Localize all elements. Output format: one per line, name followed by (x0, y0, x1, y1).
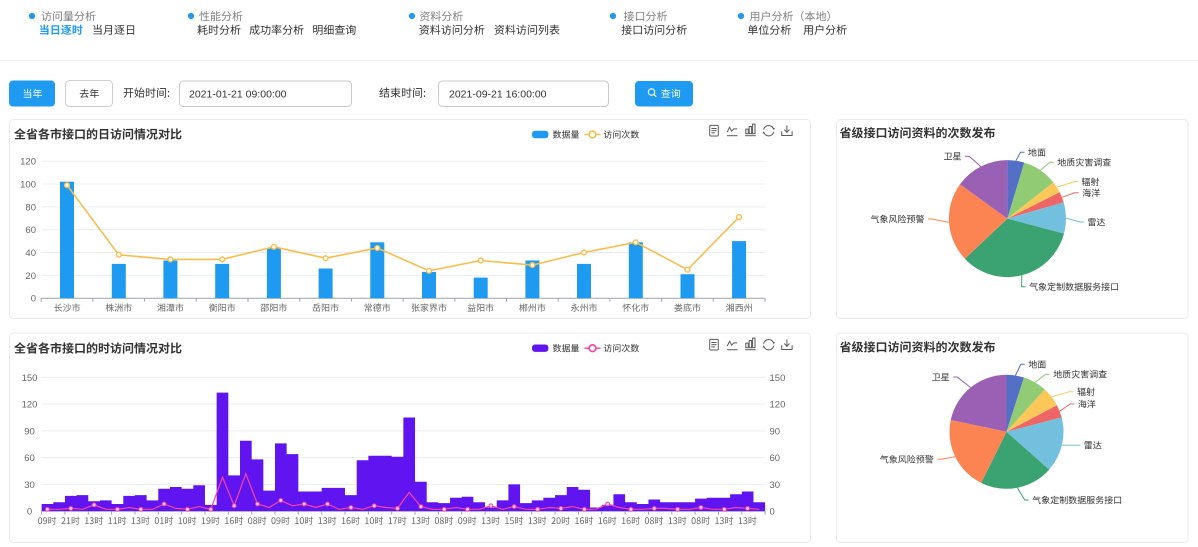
svg-text:120: 120 (22, 400, 38, 411)
svg-text:20: 20 (25, 271, 36, 282)
svg-text:0: 0 (27, 507, 32, 518)
svg-text:150: 150 (770, 373, 786, 384)
svg-text:2021-09-21 16:00:00: 2021-09-21 16:00:00 (449, 89, 547, 101)
svg-text:30: 30 (24, 480, 35, 491)
svg-text:60: 60 (25, 225, 36, 236)
svg-text:0: 0 (31, 294, 36, 305)
svg-text:60: 60 (24, 453, 35, 464)
svg-text:40: 40 (25, 248, 36, 259)
svg-text:0: 0 (770, 507, 775, 518)
svg-text:90: 90 (24, 426, 35, 437)
svg-text:100: 100 (20, 180, 36, 191)
svg-text:150: 150 (22, 373, 38, 384)
svg-text:120: 120 (20, 157, 36, 168)
svg-text:120: 120 (770, 400, 786, 411)
svg-text:80: 80 (25, 202, 36, 213)
svg-text:90: 90 (770, 426, 781, 437)
svg-text:60: 60 (770, 453, 781, 464)
svg-text:30: 30 (770, 480, 781, 491)
svg-text:2021-01-21 09:00:00: 2021-01-21 09:00:00 (189, 89, 287, 101)
